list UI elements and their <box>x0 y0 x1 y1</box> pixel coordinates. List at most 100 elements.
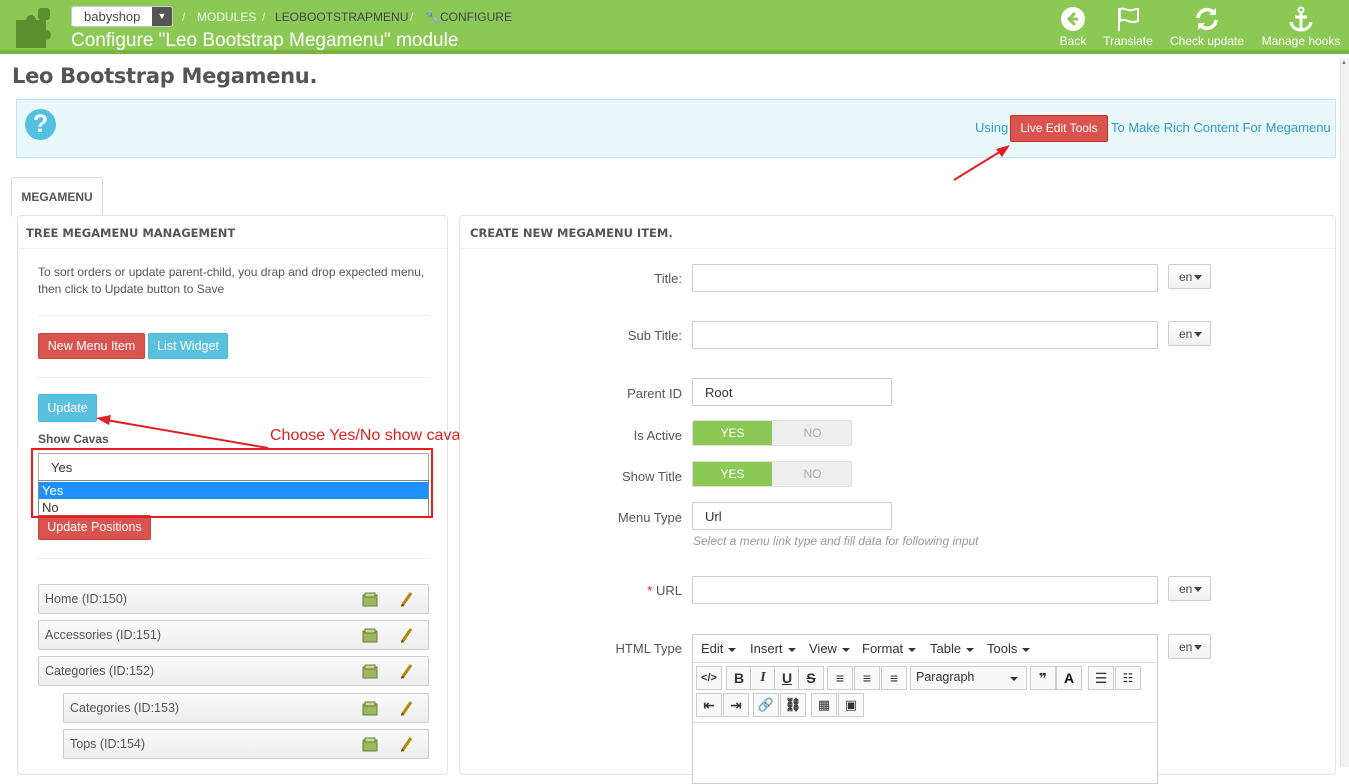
menu-view[interactable]: View <box>809 641 850 656</box>
info-box: ? Using Live Edit Tools To Make Rich Con… <box>16 99 1336 158</box>
title-lang-select[interactable]: en <box>1168 264 1211 289</box>
paragraph-select[interactable]: Paragraph <box>910 666 1027 690</box>
edit-pencil-icon[interactable] <box>399 699 413 717</box>
menu-table[interactable]: Table <box>930 641 974 656</box>
check-update-button[interactable]: Check update <box>1167 6 1247 48</box>
menu-insert[interactable]: Insert <box>750 641 796 656</box>
breadcrumb-separator: / <box>262 10 266 24</box>
numbered-list-icon[interactable]: ☷ <box>1115 666 1141 690</box>
tree-hint: To sort orders or update parent-child, y… <box>38 265 425 296</box>
refresh-icon <box>1196 7 1218 31</box>
header-bar: babyshop ▼ / MODULES / LEOBOOTSTRAPMENU … <box>0 0 1349 54</box>
widget-icon[interactable] <box>362 664 378 679</box>
is-active-no[interactable]: NO <box>773 421 852 445</box>
align-right-icon[interactable]: ≡ <box>881 666 907 690</box>
bullet-list-icon[interactable]: ☰ <box>1088 666 1114 690</box>
is-active-yes[interactable]: YES <box>693 421 772 445</box>
edit-pencil-icon[interactable] <box>399 662 413 680</box>
align-center-icon[interactable]: ≡ <box>854 666 880 690</box>
align-left-icon[interactable]: ≡ <box>827 666 853 690</box>
unlink-icon[interactable]: ⛓ <box>780 693 806 717</box>
scroll-up-arrow-icon[interactable]: ▲ <box>1341 60 1347 66</box>
puzzle-logo-icon <box>14 6 56 48</box>
indent-icon[interactable]: ⇥ <box>723 693 749 717</box>
page-heading: Configure "Leo Bootstrap Megamenu" modul… <box>71 30 459 51</box>
create-item-panel: CREATE NEW MEGAMENU ITEM. Title: en Sub … <box>459 215 1336 784</box>
widget-icon[interactable] <box>362 737 378 752</box>
menu-type-hint: Select a menu link type and fill data fo… <box>693 534 979 548</box>
module-title: Leo Bootstrap Megamenu. <box>12 64 318 88</box>
bold-icon[interactable]: B <box>726 666 752 690</box>
manage-hooks-button[interactable]: Manage hooks <box>1261 6 1341 48</box>
widget-icon[interactable] <box>362 592 378 607</box>
tree-item-label: Categories (ID:153) <box>70 701 180 715</box>
url-label: * URL <box>542 583 682 598</box>
show-title-switch[interactable]: YES NO <box>692 461 852 487</box>
italic-icon[interactable]: I <box>750 666 776 690</box>
show-title-no[interactable]: NO <box>773 462 852 486</box>
source-code-icon[interactable]: </> <box>696 666 722 690</box>
update-button[interactable]: Update <box>38 394 97 422</box>
tree-item[interactable]: Accessories (ID:151) <box>38 620 429 650</box>
strikethrough-icon[interactable]: S <box>798 666 824 690</box>
tab-megamenu[interactable]: MEGAMENU <box>11 177 103 217</box>
widget-icon[interactable] <box>362 628 378 643</box>
breadcrumb-configure: 🔧CONFIGURE <box>425 10 512 24</box>
show-title-label: Show Title <box>622 469 682 484</box>
create-item-heading: CREATE NEW MEGAMENU ITEM. <box>470 226 673 240</box>
title-label: Title: <box>654 271 682 286</box>
editor-menubar: Edit Insert View Format Table Tools <box>693 635 1157 663</box>
new-menu-item-button[interactable]: New Menu Item <box>38 333 145 359</box>
wrench-icon: 🔧 <box>425 10 440 24</box>
html-lang-select[interactable]: en <box>1168 634 1211 659</box>
info-prefix: Using <box>975 120 1009 135</box>
tree-item[interactable]: Home (ID:150) <box>38 584 429 614</box>
outdent-icon[interactable]: ⇤ <box>696 693 722 717</box>
menu-format[interactable]: Format <box>862 641 916 656</box>
translate-button[interactable]: Translate <box>1088 6 1168 48</box>
blockquote-icon[interactable]: ❞ <box>1030 666 1056 690</box>
url-input[interactable] <box>692 576 1158 604</box>
url-lang-select[interactable]: en <box>1168 576 1211 601</box>
menu-edit[interactable]: Edit <box>701 641 736 656</box>
annotation-box <box>31 448 433 518</box>
subtitle-lang-select[interactable]: en <box>1168 321 1211 346</box>
media-icon[interactable]: ▦ <box>811 693 837 717</box>
tree-item[interactable]: Categories (ID:153) <box>63 693 429 723</box>
tree-panel-heading: TREE MEGAMENU MANAGEMENT <box>26 226 236 240</box>
list-widget-button[interactable]: List Widget <box>148 333 228 359</box>
breadcrumb-separator: / <box>410 10 414 24</box>
link-icon[interactable]: 🔗 <box>753 693 779 717</box>
html-editor[interactable]: Edit Insert View Format Table Tools </> … <box>692 634 1158 784</box>
breadcrumb-modules[interactable]: MODULES <box>197 10 256 24</box>
translate-label: Translate <box>1103 34 1153 48</box>
subtitle-input[interactable] <box>692 321 1158 349</box>
menu-type-select[interactable]: Url <box>692 502 892 530</box>
back-label: Back <box>1059 34 1087 48</box>
shop-selector[interactable]: babyshop ▼ <box>71 6 173 27</box>
title-input[interactable] <box>692 264 1158 292</box>
scrollbar[interactable] <box>1340 58 1349 767</box>
tree-item[interactable]: Tops (ID:154) <box>63 729 429 759</box>
parent-id-select[interactable]: Root <box>692 378 892 406</box>
annotation-arrow <box>96 415 269 449</box>
annotation-text: Choose Yes/No show cavas <box>270 427 469 444</box>
breadcrumb-leobootstrapmenu[interactable]: LEOBOOTSTRAPMENU <box>275 10 408 24</box>
tree-item-label: Accessories (ID:151) <box>45 628 162 642</box>
show-title-yes[interactable]: YES <box>693 462 772 486</box>
required-mark: * <box>647 583 653 598</box>
is-active-switch[interactable]: YES NO <box>692 420 852 446</box>
back-arrow-icon <box>1061 7 1085 31</box>
tree-item[interactable]: Categories (ID:152) <box>38 656 429 686</box>
edit-pencil-icon[interactable] <box>399 626 413 644</box>
text-color-icon[interactable]: A <box>1056 666 1082 690</box>
underline-icon[interactable]: U <box>774 666 800 690</box>
edit-pencil-icon[interactable] <box>399 735 413 753</box>
update-positions-button[interactable]: Update Positions <box>38 515 151 540</box>
widget-icon[interactable] <box>362 701 378 716</box>
live-edit-tools-button[interactable]: Live Edit Tools <box>1010 115 1108 142</box>
menu-tools[interactable]: Tools <box>987 641 1030 656</box>
caret-down-icon: ▼ <box>152 7 172 26</box>
edit-pencil-icon[interactable] <box>399 590 413 608</box>
image-icon[interactable]: ▣ <box>838 693 864 717</box>
